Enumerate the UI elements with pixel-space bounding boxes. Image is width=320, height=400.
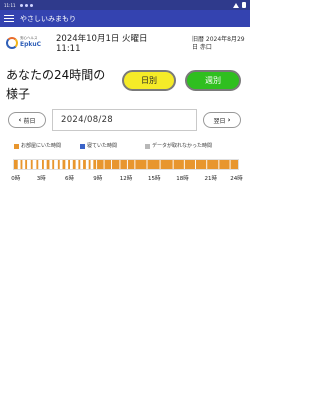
timeline-segment xyxy=(68,160,70,169)
app-logo: 安心ヘルス EpkuC xyxy=(6,34,42,54)
timeline-segment xyxy=(127,160,135,169)
timeline-segment xyxy=(230,160,238,169)
logo-mark-icon xyxy=(6,37,18,49)
notification-dot-icon xyxy=(29,3,33,7)
timeline-segment xyxy=(196,160,207,169)
timeline-segment xyxy=(83,160,86,169)
legend-sleep: 寝ていた時間 xyxy=(80,143,138,149)
status-bar: 11:11 xyxy=(0,0,250,10)
timeline-tick-label: 0時 xyxy=(11,176,21,182)
hamburger-menu-icon[interactable] xyxy=(4,14,14,23)
date-display[interactable]: 2024/08/28 xyxy=(52,109,197,131)
timeline-segment xyxy=(104,160,112,169)
timeline-tick-label: 9時 xyxy=(93,176,103,182)
battery-icon xyxy=(242,2,246,8)
timeline-segment xyxy=(72,160,76,169)
timeline-segment xyxy=(30,160,33,169)
timeline-tick-label: 15時 xyxy=(148,176,161,182)
timeline-segment xyxy=(93,160,97,169)
next-day-label: 翌日 xyxy=(213,117,226,125)
timeline-segment xyxy=(97,160,104,169)
previous-day-label: 前日 xyxy=(23,117,36,125)
timeline-tick-label: 18時 xyxy=(176,176,189,182)
legend-label-no-data: データが取れなかった時間 xyxy=(152,143,213,149)
legend-swatch-sleep xyxy=(80,144,85,149)
date-header: 安心ヘルス EpkuC 2024年10月1日 火曜日 11:11 旧暦 2024… xyxy=(0,27,250,61)
app-bar: やさしいみまもり xyxy=(0,10,250,27)
timeline-segment xyxy=(135,160,147,169)
current-time: 11:11 xyxy=(56,44,81,54)
current-date: 2024年10月1日 火曜日 xyxy=(56,34,148,44)
timeline-segment xyxy=(219,160,230,169)
timeline-segment xyxy=(42,160,44,169)
notification-icons xyxy=(19,3,33,7)
logo-brand-text: EpkuC xyxy=(20,41,42,48)
timeline-segment xyxy=(173,160,184,169)
timeline-tick-label: 24時 xyxy=(230,176,243,182)
previous-day-button[interactable]: ‹ 前日 xyxy=(8,112,46,128)
legend-room: お部屋にいた時間 xyxy=(14,143,72,149)
legend-label-room: お部屋にいた時間 xyxy=(21,143,62,149)
timeline-segment xyxy=(120,160,127,169)
lunar-date: 旧暦 2024年8月29日 赤口 xyxy=(192,36,245,52)
signal-icon xyxy=(233,2,239,8)
timeline-tick-label: 3時 xyxy=(36,176,46,182)
timeline-segment xyxy=(78,160,81,169)
legend-swatch-no-data xyxy=(145,144,150,149)
daily-button[interactable]: 日別 xyxy=(122,70,176,91)
chevron-left-icon: ‹ xyxy=(18,116,22,124)
notification-dot-icon xyxy=(19,3,23,7)
timeline-tick-label: 6時 xyxy=(65,176,74,182)
legend-label-sleep: 寝ていた時間 xyxy=(87,143,118,149)
timeline-segment xyxy=(36,160,39,169)
legend-swatch-room xyxy=(14,144,19,149)
timeline-segment xyxy=(184,160,196,169)
status-time: 11:11 xyxy=(4,2,16,8)
activity-timeline xyxy=(13,159,239,170)
timeline-segment xyxy=(112,160,120,169)
timeline-segment xyxy=(147,160,160,169)
weekly-button[interactable]: 週別 xyxy=(185,70,241,91)
timeline-segment xyxy=(160,160,173,169)
timeline-tick-label: 21時 xyxy=(204,176,218,182)
timeline-segment xyxy=(207,160,219,169)
system-icons xyxy=(233,2,246,8)
next-day-button[interactable]: 翌日 › xyxy=(203,112,241,128)
timeline-segment xyxy=(52,160,55,169)
timeline-chart xyxy=(14,160,238,169)
timeline-segment xyxy=(62,160,66,169)
timeline-segment xyxy=(20,160,23,169)
timeline-segment xyxy=(57,160,60,169)
timeline-tick-label: 12時 xyxy=(119,176,133,182)
chevron-right-icon: › xyxy=(227,116,231,124)
timeline-segment xyxy=(14,160,18,169)
legend-no-data: データが取れなかった時間 xyxy=(145,143,227,149)
timeline-segment xyxy=(46,160,50,169)
timeline-segment xyxy=(88,160,91,169)
app-title: やさしいみまもり xyxy=(20,14,76,23)
page-title: あなたの24時間の様子 xyxy=(6,68,106,102)
notification-dot-icon xyxy=(24,3,28,7)
timeline-segment xyxy=(25,160,28,169)
